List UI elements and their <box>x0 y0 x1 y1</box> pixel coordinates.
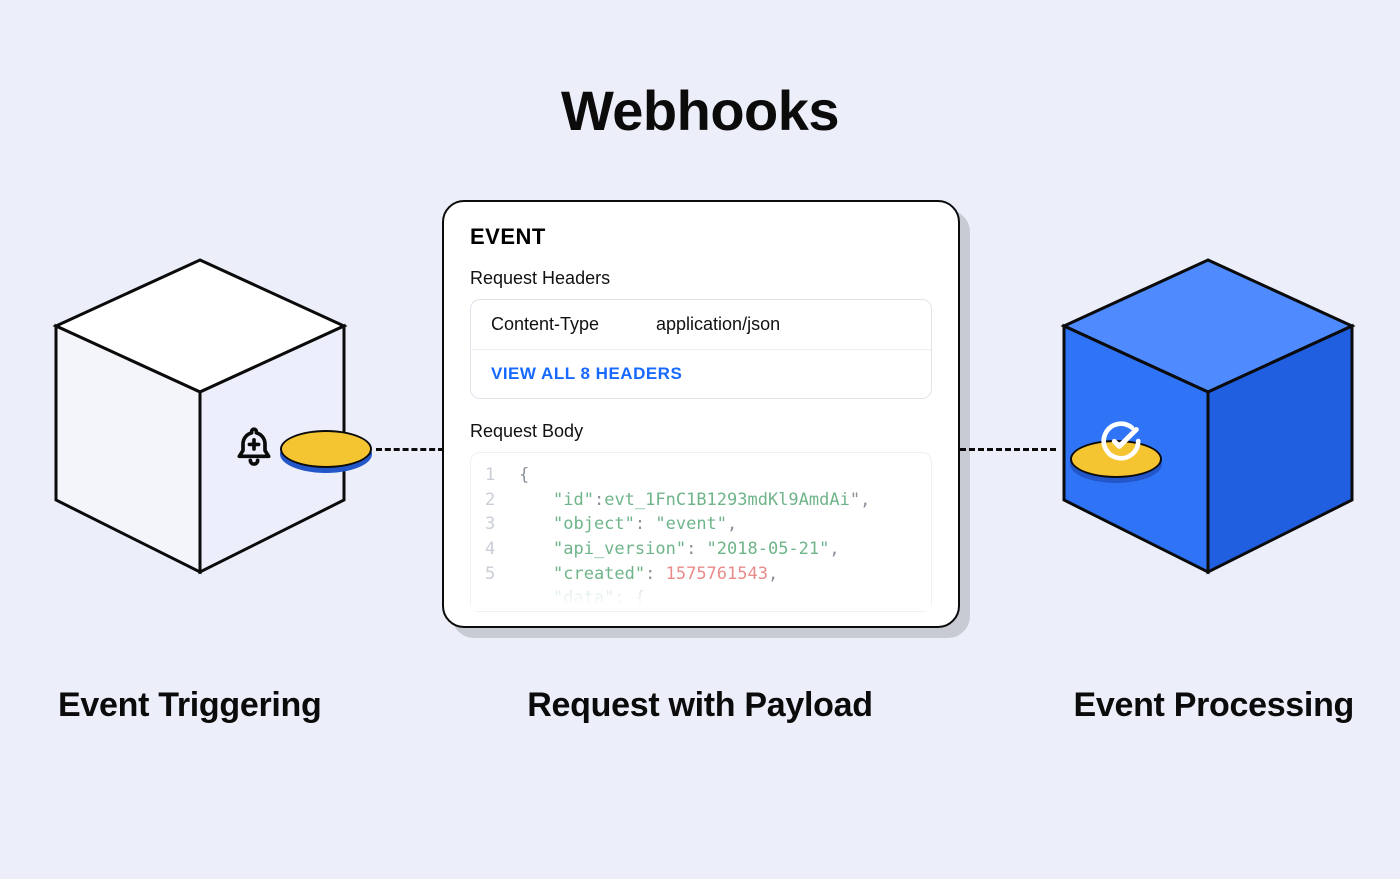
code-token: { <box>519 463 529 488</box>
request-headers-label: Request Headers <box>470 268 932 289</box>
header-row: Content-Type application/json <box>471 300 931 350</box>
card-heading: EVENT <box>470 224 932 250</box>
event-triggering-cube <box>40 252 360 582</box>
check-circle-icon <box>1098 418 1144 469</box>
line-number: 2 <box>485 488 519 513</box>
code-token: 1575761543 <box>666 564 768 584</box>
request-body-code: 1 { 2 "id":evt_1FnC1B1293mdKl9AmdAi", 3 … <box>470 452 932 612</box>
header-key: Content-Type <box>491 314 656 335</box>
event-payload-card: EVENT Request Headers Content-Type appli… <box>442 200 960 628</box>
bell-plus-icon <box>232 424 276 479</box>
connector-line <box>376 448 444 451</box>
coin-icon <box>280 430 372 468</box>
code-token: "created" <box>553 564 645 584</box>
caption-event-processing: Event Processing <box>1073 686 1354 725</box>
view-all-headers-link[interactable]: VIEW ALL 8 HEADERS <box>471 350 931 398</box>
code-token: "object" <box>553 514 635 534</box>
connector-line <box>960 448 1056 451</box>
event-processing-cube <box>1048 252 1368 582</box>
diagram-title: Webhooks <box>0 78 1400 143</box>
code-token: evt_1FnC1B1293mdKl9AmdAi <box>604 490 850 510</box>
request-body-label: Request Body <box>470 421 932 442</box>
code-token: "id" <box>553 490 594 510</box>
header-value: application/json <box>656 314 780 335</box>
code-token: "event" <box>655 514 727 534</box>
line-number: 1 <box>485 463 519 488</box>
code-token: "api_version" <box>553 539 686 559</box>
line-number: 3 <box>485 512 519 537</box>
line-number: 4 <box>485 537 519 562</box>
code-token: "2018-05-21" <box>707 539 830 559</box>
headers-box: Content-Type application/json VIEW ALL 8… <box>470 299 932 399</box>
